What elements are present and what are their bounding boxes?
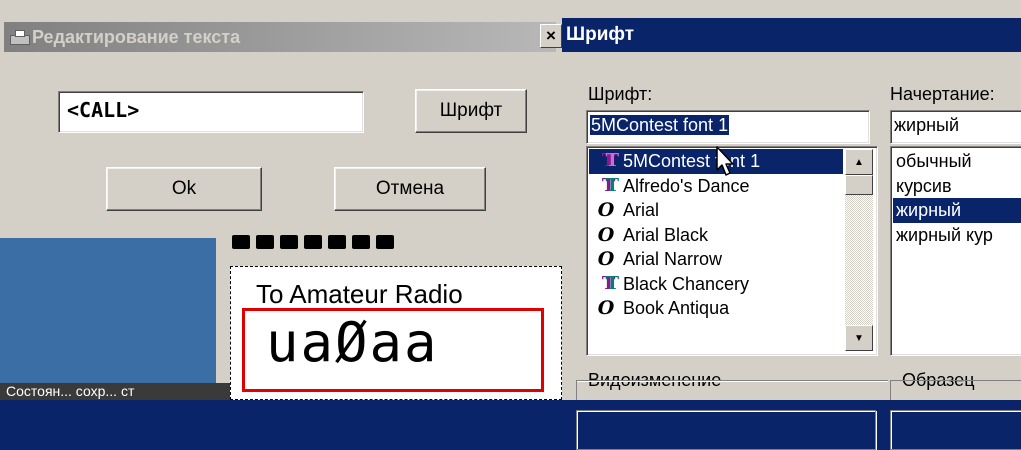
edit-text-dialog: Редактирование текста × <CALL> Шрифт Ok … <box>0 0 562 238</box>
font-list-item[interactable]: TT Black Chancery <box>589 272 843 297</box>
toolbar-zoom-icon[interactable] <box>304 235 322 249</box>
font-label: Шрифт: <box>588 84 653 104</box>
font-button[interactable]: Шрифт <box>415 89 527 133</box>
style-list-item[interactable]: жирный кур <box>893 223 1021 248</box>
font-list-item[interactable]: O Arial <box>589 198 843 223</box>
toolbar-print-icon[interactable] <box>328 235 346 249</box>
truetype-icon: TT <box>601 272 619 294</box>
font-list-item[interactable]: O Book Antiqua <box>589 296 843 321</box>
opentype-icon: O <box>597 248 615 271</box>
toolbar-new-icon[interactable] <box>232 235 250 249</box>
font-list-item-label: Arial Black <box>623 224 709 245</box>
cancel-button[interactable]: Отмена <box>334 167 486 211</box>
printer-icon <box>10 30 30 45</box>
award-title-text[interactable]: To Amateur Radio <box>256 279 463 310</box>
style-list-item[interactable]: курсив <box>893 174 1021 199</box>
sample-group-line <box>890 380 1021 381</box>
toolbar-preview-icon[interactable] <box>352 235 370 249</box>
style-list[interactable]: обычный курсив жирный жирный кур <box>890 146 1021 356</box>
toolbar-save-icon[interactable] <box>280 235 298 249</box>
font-list-item[interactable]: O Arial Narrow <box>589 247 843 272</box>
ok-button[interactable]: Ok <box>106 167 262 211</box>
scroll-down-button[interactable]: ▼ <box>845 325 873 351</box>
font-list-item-label: Arial Narrow <box>623 249 723 270</box>
mouse-cursor-icon <box>716 146 734 176</box>
font-list-item-label: 5MContest font 1 <box>623 151 761 172</box>
font-dialog-title: Шрифт <box>566 24 635 45</box>
truetype-icon: TT <box>601 150 619 172</box>
font-name-field[interactable]: 5MContest font 1 <box>586 110 870 144</box>
font-list-item-label: Arial <box>623 200 660 221</box>
font-list-item-label: Book Antiqua <box>623 298 730 319</box>
edit-dialog-title: Редактирование текста <box>32 26 241 47</box>
font-name-value: 5MContest font 1 <box>590 115 730 135</box>
edit-dialog-titlebar[interactable]: Редактирование текста <box>4 22 556 52</box>
top-edge-strip <box>150 0 480 4</box>
style-list-item[interactable]: обычный <box>893 149 1021 174</box>
toolbar-open-icon[interactable] <box>256 235 274 249</box>
status-bar: Состоян... сохр... ст <box>0 383 230 400</box>
scroll-up-button[interactable]: ▲ <box>845 149 873 175</box>
font-dialog-titlebar[interactable]: Шрифт <box>562 18 1021 52</box>
toolbar-edit-icon[interactable] <box>376 235 394 249</box>
font-dialog: Шрифт Шрифт: 5MContest font 1 Начертание… <box>562 0 1021 450</box>
style-label: Начертание: <box>890 84 995 104</box>
opentype-icon: O <box>597 199 615 222</box>
effects-group-edge <box>576 380 577 400</box>
effects-group-line-highlight <box>576 381 888 382</box>
close-button[interactable]: × <box>540 24 562 48</box>
sample-group-edge <box>890 380 891 400</box>
font-list-item-label: Black Chancery <box>623 273 750 294</box>
font-list-item[interactable]: O Arial Black <box>589 223 843 248</box>
editor-toolbar <box>232 232 562 252</box>
opentype-icon: O <box>597 223 615 246</box>
text-input[interactable]: <CALL> <box>58 91 364 133</box>
effects-groupbox <box>576 410 876 450</box>
call-sign-display: uaØaa <box>266 311 439 374</box>
opentype-icon: O <box>597 297 615 320</box>
sample-groupbox <box>890 410 1021 450</box>
scroll-thumb[interactable] <box>845 175 873 195</box>
style-list-item[interactable]: жирный <box>893 198 1021 223</box>
truetype-icon: TT <box>601 174 619 196</box>
style-field[interactable]: жирный <box>890 110 1021 144</box>
